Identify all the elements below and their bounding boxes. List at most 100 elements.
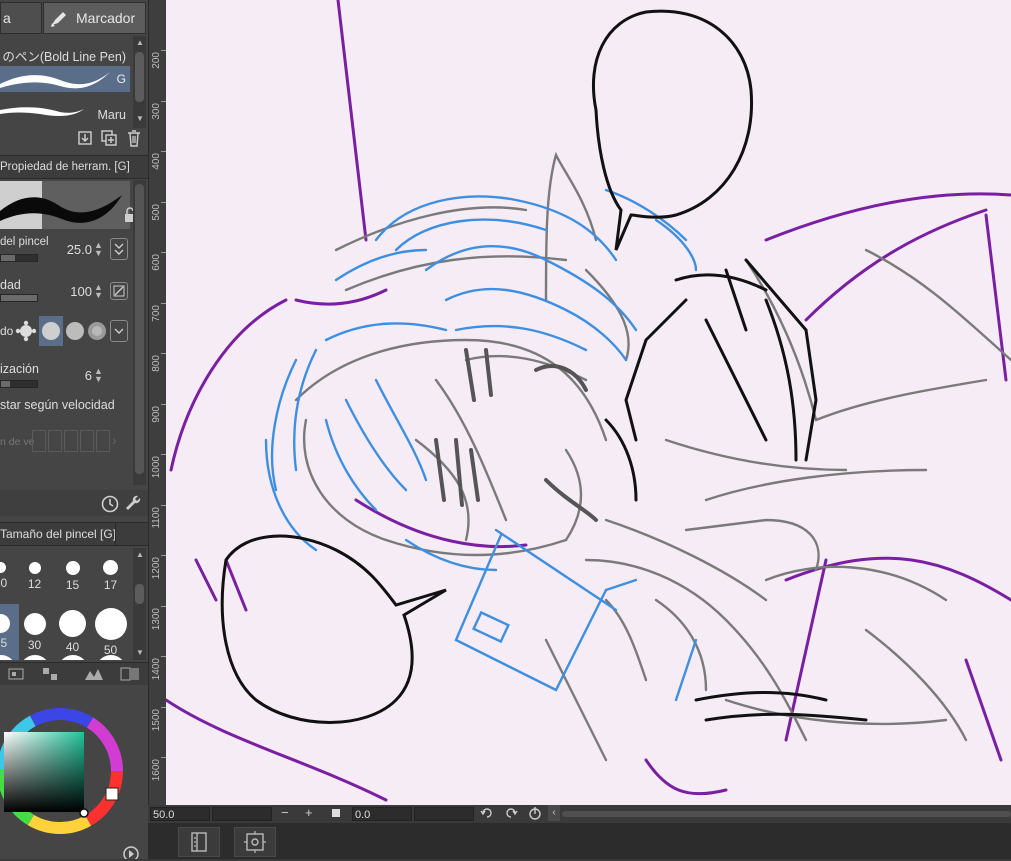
vertical-ruler: 200 300 400 500 600 700 800 900 1000 1100 1200 1300… <box>148 0 167 805</box>
add-brush-icon[interactable] <box>100 129 118 147</box>
clock-icon[interactable] <box>100 494 120 514</box>
brush-tip-softer[interactable] <box>86 316 108 346</box>
brush-size-panel-header[interactable]: Tamaño del pincel [G] <box>0 522 148 546</box>
brush-size-value: 12 <box>27 576 42 591</box>
brush-stroke-preview: G <box>0 66 130 92</box>
color-set-icon[interactable] <box>8 667 24 681</box>
brush-size-cell[interactable]: 15 <box>54 548 91 604</box>
color-picker-cursor[interactable] <box>79 808 89 818</box>
brush-size-panel-title: Tamaño del pincel [G] <box>0 527 117 541</box>
velocity-adjust-label[interactable]: star según velocidad <box>0 398 115 412</box>
ruler-tick-label: 800 <box>151 355 162 372</box>
approximate-color-icon[interactable] <box>84 667 104 681</box>
brush-size-cell[interactable]: 30 <box>16 604 53 660</box>
ruler-tick-label: 1600 <box>151 759 162 782</box>
rotate-right-icon[interactable] <box>504 806 518 820</box>
panel-tab-divider <box>115 522 116 546</box>
rotation-slider[interactable] <box>414 807 474 821</box>
disabled-property-label: n de ve <box>0 436 35 448</box>
dock-button-panel-toggle[interactable] <box>178 827 220 857</box>
color-mode-icon[interactable] <box>122 845 140 859</box>
intermediate-color-icon[interactable] <box>42 667 58 681</box>
subtool-tab-marker-label: Marcador <box>76 10 136 26</box>
tool-brush-preview <box>0 181 130 229</box>
ruler-tick-label: 1100 <box>151 506 162 529</box>
opacity-pressure-icon[interactable] <box>110 282 128 300</box>
brush-size-value: 30 <box>27 637 42 652</box>
zoom-in-button[interactable]: + <box>305 805 313 820</box>
tool-property-scrollbar[interactable] <box>133 180 146 485</box>
brush-size-dot <box>23 612 46 635</box>
zoom-slider[interactable] <box>212 807 272 821</box>
scroll-left-icon[interactable]: ‹ <box>548 805 560 821</box>
left-panel: a Marcador ▲ ▼ のペン(Bold Line Pen) G Maru <box>0 0 148 859</box>
brush-list-scrollbar[interactable]: ▲ ▼ <box>133 36 146 128</box>
brush-size-value: 25 <box>0 636 8 650</box>
stabilization-label: ización <box>0 362 39 376</box>
brush-item-bold-line-pen[interactable]: のペン(Bold Line Pen) G <box>0 36 130 96</box>
pressure-chevron-icon[interactable] <box>110 238 128 260</box>
stabilization-spinner[interactable]: ▲ ▼ <box>94 367 103 384</box>
duplicate-brush-icon[interactable] <box>76 129 94 147</box>
brush-size-dot <box>0 562 6 573</box>
brush-tip-soft[interactable] <box>64 316 86 346</box>
brush-tip-round-selected[interactable] <box>39 316 63 346</box>
color-panel-tabs <box>0 662 148 687</box>
brush-size-value: 40 <box>65 640 80 654</box>
wrench-icon[interactable] <box>124 494 144 514</box>
ruler-tick-label: 400 <box>151 153 162 170</box>
color-history-icon[interactable] <box>120 667 140 681</box>
hue-cursor[interactable] <box>105 787 119 801</box>
brush-size-cell[interactable]: 40 <box>54 604 91 660</box>
subtool-tab-marker[interactable]: Marcador <box>43 2 146 34</box>
zoom-out-button[interactable]: − <box>281 805 289 820</box>
reset-rotation-icon[interactable] <box>528 806 542 820</box>
brush-size-cell[interactable]: 12 <box>16 548 53 604</box>
dock-button-navigator[interactable] <box>234 827 276 857</box>
ruler-tick-label: 900 <box>151 405 162 423</box>
brush-shape-label: do <box>0 324 14 338</box>
brush-stroke-preview <box>0 107 84 117</box>
brush-size-value: 15 <box>65 577 80 592</box>
rotation-field[interactable]: 0.0 <box>352 807 412 821</box>
ruler-tick-label: 1200 <box>151 557 162 580</box>
brush-size-slider[interactable] <box>0 254 38 262</box>
brush-size-cell[interactable]: 17 <box>92 548 129 604</box>
brush-size-dot <box>65 560 80 575</box>
opacity-slider[interactable] <box>0 294 38 302</box>
ruler-tick-label: 500 <box>151 203 162 221</box>
bottom-dock <box>148 823 1011 859</box>
rotate-left-icon[interactable] <box>480 806 494 820</box>
opacity-spinner[interactable]: ▲ ▼ <box>94 283 103 300</box>
disabled-property-control <box>32 430 110 452</box>
ruler-tick-label: 1000 <box>151 456 162 479</box>
brush-item-maru[interactable]: Maru <box>0 96 130 124</box>
panel-toggle-icon <box>191 832 207 852</box>
ruler-tick-label: 1500 <box>151 708 162 731</box>
chevron-down-icon[interactable] <box>110 320 128 342</box>
brush-tip-shape-icon[interactable] <box>14 318 38 344</box>
brush-size-scrollbar[interactable]: ▲ ▼ <box>133 548 146 660</box>
color-wheel-panel <box>0 685 148 859</box>
brush-name: Maru <box>97 108 126 122</box>
trash-icon[interactable] <box>125 128 143 148</box>
brush-size-value[interactable]: 25.0 <box>62 242 92 257</box>
zoom-field[interactable]: 50.0 <box>150 807 210 821</box>
brush-size-spinner[interactable]: ▲ ▼ <box>94 241 103 258</box>
brush-size-label: del pincel <box>0 236 49 248</box>
ruler-tick-label: 1400 <box>151 658 162 681</box>
navigator-icon <box>244 831 266 853</box>
drawing-canvas[interactable] <box>166 0 1011 805</box>
fit-square-icon[interactable] <box>332 809 340 817</box>
brush-size-cell[interactable]: 50 <box>92 604 129 660</box>
subtool-tab-pen-label: a <box>3 10 11 26</box>
ruler-tick-label: 300 <box>151 102 162 120</box>
subtool-tab-pen[interactable]: a <box>0 2 42 34</box>
saturation-value-square[interactable] <box>4 732 84 812</box>
horizontal-scrollbar[interactable] <box>562 811 1011 817</box>
tool-property-header[interactable]: Propiedad de herram. [G] <box>0 155 148 179</box>
opacity-value[interactable]: 100 <box>62 284 92 299</box>
stabilization-value[interactable]: 6 <box>62 368 92 383</box>
brush-size-dot <box>94 607 127 640</box>
stabilization-slider[interactable] <box>0 380 38 388</box>
